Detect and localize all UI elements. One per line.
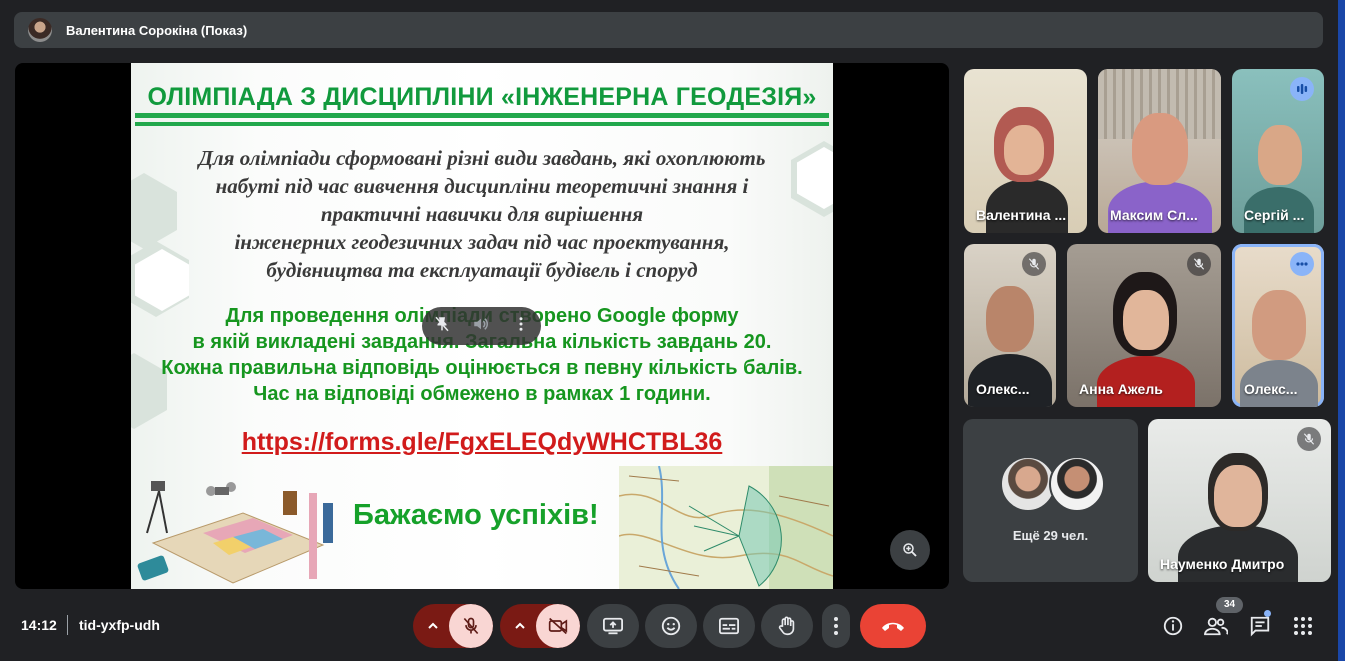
- present-screen-button[interactable]: [587, 604, 639, 648]
- chevron-up-icon: [515, 622, 525, 629]
- meeting-info-button[interactable]: [1159, 612, 1187, 640]
- present-screen-icon: [603, 617, 623, 635]
- info-icon: [1163, 616, 1183, 636]
- camera-off-icon: [548, 617, 568, 635]
- participant-tile[interactable]: Валентина ...: [964, 69, 1087, 233]
- participant-name: Науменко Дмитро: [1160, 556, 1285, 572]
- surveying-illustration: [137, 481, 333, 584]
- mic-off-icon: [1193, 258, 1205, 270]
- google-form-link[interactable]: https://forms.gle/FgxELEQdyWHCTBL36: [131, 428, 833, 457]
- more-options-icon[interactable]: [512, 315, 530, 338]
- chat-icon: [1250, 616, 1270, 637]
- speaking-indicator: [1290, 77, 1314, 101]
- more-participants-tile[interactable]: Ещё 29 чел.: [963, 419, 1138, 582]
- chat-button[interactable]: [1246, 612, 1274, 640]
- apps-grid-icon: [1294, 617, 1312, 635]
- volume-icon[interactable]: [472, 315, 490, 338]
- participants-count-badge: 34: [1216, 597, 1243, 613]
- zoom-button[interactable]: [890, 530, 930, 570]
- more-participants-label: Ещё 29 чел.: [1012, 528, 1089, 543]
- topographic-map: [619, 466, 833, 589]
- participant-tile[interactable]: Олекс...: [964, 244, 1056, 407]
- participant-tile[interactable]: Максим Сл...: [1098, 69, 1221, 233]
- microphone-control: [413, 604, 493, 648]
- audio-level-icon: [1296, 262, 1308, 266]
- presenter-avatar: [28, 18, 52, 42]
- participant-avatar: [1000, 456, 1056, 512]
- muted-indicator: [1187, 252, 1211, 276]
- presenter-bar: Валентина Сорокіна (Показ): [14, 12, 1323, 48]
- muted-indicator: [1022, 252, 1046, 276]
- video-settings-button[interactable]: [500, 604, 540, 648]
- mic-toggle-button[interactable]: [449, 604, 493, 648]
- participant-name: Максим Сл...: [1110, 207, 1198, 223]
- slide-wish: Бажаємо успіхів!: [353, 499, 599, 531]
- chevron-up-icon: [428, 622, 438, 629]
- hand-icon: [778, 616, 795, 636]
- slide-title: ОЛІМПІАДА З ДИСЦИПЛІНИ «ІНЖЕНЕРНА ГЕОДЕЗ…: [147, 83, 817, 111]
- speaking-indicator: [1290, 252, 1314, 276]
- participant-name: Олекс...: [1244, 381, 1298, 397]
- audio-level-icon: [1297, 84, 1308, 94]
- mic-off-icon: [1028, 258, 1040, 270]
- participants-button[interactable]: [1202, 612, 1230, 640]
- audio-settings-button[interactable]: [413, 604, 453, 648]
- reactions-button[interactable]: [645, 604, 697, 648]
- participant-tile[interactable]: Сергій ...: [1232, 69, 1324, 233]
- participant-avatar: [1049, 456, 1105, 512]
- slide-description: Для олімпіади сформовані різні види завд…: [198, 146, 766, 282]
- more-options-button[interactable]: [822, 604, 850, 648]
- more-vert-icon: [834, 617, 838, 635]
- clock: 14:12: [21, 617, 57, 633]
- participant-tile[interactable]: Анна Ажель: [1067, 244, 1221, 407]
- hang-up-icon: [882, 622, 904, 631]
- captions-button[interactable]: [703, 604, 755, 648]
- title-rule: [135, 122, 829, 126]
- participant-tile[interactable]: Олекс...: [1232, 244, 1324, 407]
- title-rule: [135, 113, 829, 118]
- participant-tile[interactable]: Науменко Дмитро: [1148, 419, 1331, 582]
- leave-call-button[interactable]: [860, 604, 926, 648]
- zoom-in-icon: [903, 543, 917, 557]
- mic-off-icon: [463, 617, 479, 635]
- participant-name: Валентина ...: [976, 207, 1067, 223]
- divider: [67, 615, 68, 635]
- mic-off-icon: [1303, 433, 1315, 445]
- meeting-code[interactable]: tid-yxfp-udh: [79, 617, 160, 633]
- captions-icon: [719, 617, 739, 635]
- participant-name: Сергій ...: [1244, 207, 1305, 223]
- camera-toggle-button[interactable]: [536, 604, 580, 648]
- camera-control: [500, 604, 580, 648]
- window-edge: [1338, 0, 1345, 661]
- people-icon: [1204, 617, 1228, 636]
- participant-name: Олекс...: [976, 381, 1030, 397]
- presentation-controls: [422, 307, 541, 345]
- emoji-icon: [661, 616, 681, 636]
- activities-button[interactable]: [1289, 612, 1317, 640]
- raise-hand-button[interactable]: [761, 604, 813, 648]
- presenter-title: Валентина Сорокіна (Показ): [66, 22, 248, 38]
- unpin-icon[interactable]: [433, 315, 451, 338]
- participant-name: Анна Ажель: [1079, 381, 1163, 397]
- muted-indicator: [1297, 427, 1321, 451]
